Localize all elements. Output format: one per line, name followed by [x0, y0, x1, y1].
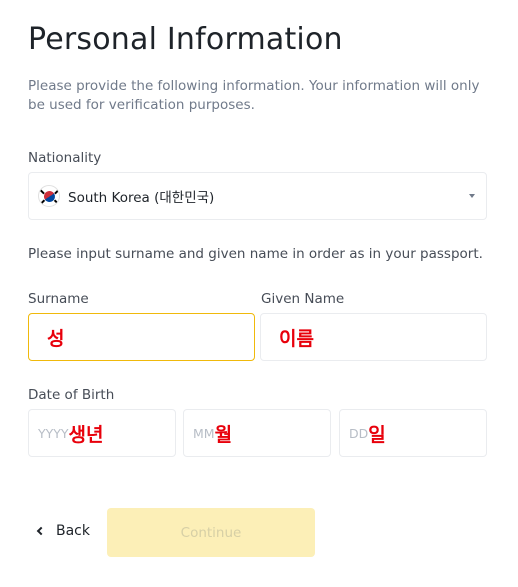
chevron-left-icon: [36, 526, 46, 536]
given-name-annotation: 이름: [279, 327, 314, 350]
dob-day-input[interactable]: DD 일: [339, 409, 487, 457]
dob-label: Date of Birth: [28, 387, 115, 403]
continue-button[interactable]: Continue: [107, 508, 315, 557]
year-placeholder: YYYY: [38, 425, 69, 441]
back-button[interactable]: Back: [36, 523, 90, 539]
surname-input[interactable]: 성: [28, 313, 255, 361]
south-korea-flag-icon: [38, 185, 60, 207]
dob-month-input[interactable]: MM 월: [183, 409, 331, 457]
surname-label: Surname: [28, 291, 89, 307]
page-title: Personal Information: [28, 22, 343, 57]
given-name-input[interactable]: 이름: [260, 313, 487, 361]
intro-text: Please provide the following information…: [28, 78, 480, 113]
day-annotation: 일: [368, 423, 386, 446]
nationality-label: Nationality: [28, 150, 102, 166]
nationality-value: South Korea (대한민국): [68, 190, 215, 206]
year-annotation: 생년: [68, 423, 104, 446]
day-placeholder: DD: [349, 425, 369, 441]
surname-annotation: 성: [47, 327, 65, 350]
given-name-label: Given Name: [261, 291, 345, 307]
caret-down-icon: [469, 194, 475, 198]
nationality-select[interactable]: South Korea (대한민국): [28, 172, 487, 220]
back-label: Back: [56, 523, 90, 539]
month-placeholder: MM: [193, 425, 215, 441]
dob-year-input[interactable]: YYYY 생년: [28, 409, 176, 457]
name-hint-text: Please input surname and given name in o…: [28, 246, 483, 262]
month-annotation: 월: [214, 423, 233, 446]
